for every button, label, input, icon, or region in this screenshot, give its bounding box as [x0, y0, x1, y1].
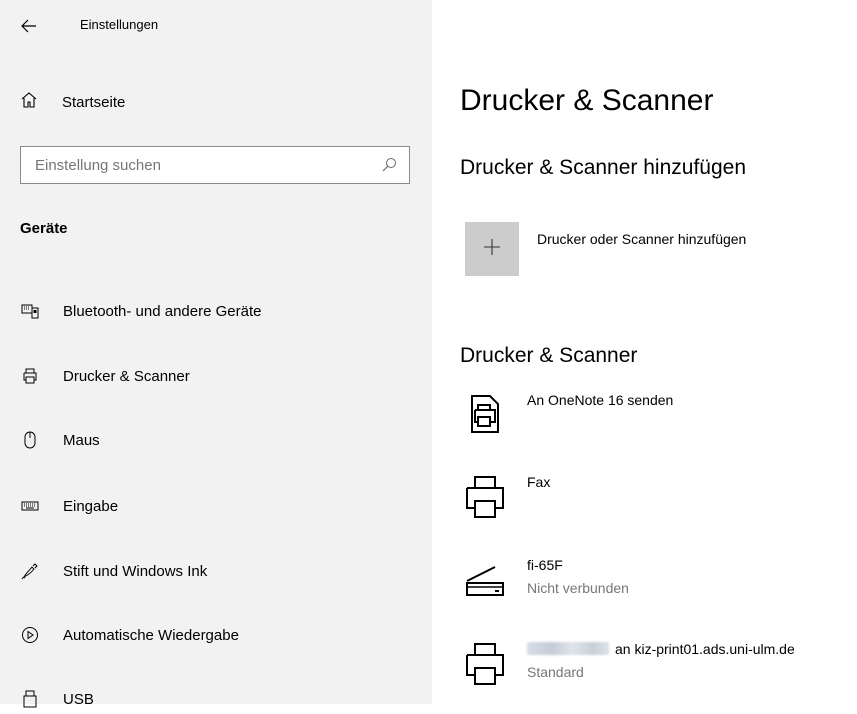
arrow-left-icon[interactable] [18, 15, 40, 37]
device-name: fi-65F [527, 557, 563, 573]
device-item[interactable]: An OneNote 16 senden [464, 392, 844, 442]
autoplay-icon [20, 625, 40, 645]
add-section-title: Drucker & Scanner hinzufügen [460, 156, 746, 179]
device-name: An OneNote 16 senden [527, 392, 674, 408]
device-status: Nicht verbunden [527, 580, 629, 596]
printer-icon [464, 641, 506, 685]
device-status: Standard [527, 664, 584, 680]
sidebar-item-bluetooth[interactable]: Bluetooth- und andere Geräte [20, 296, 261, 326]
sidebar-item-label: Stift und Windows Ink [63, 562, 208, 580]
device-item[interactable]: an kiz-print01.ads.uni-ulm.de Standard [464, 641, 844, 691]
sidebar-item-label: USB [63, 690, 94, 708]
bluetooth-devices-icon [20, 301, 40, 321]
device-item[interactable]: Fax [464, 474, 844, 524]
page-title: Drucker & Scanner [460, 84, 714, 117]
device-item[interactable]: fi-65F Nicht verbunden [464, 557, 844, 607]
printer-icon [464, 474, 506, 518]
printer-icon [20, 366, 40, 386]
device-name: Fax [527, 474, 551, 490]
back-button[interactable] [18, 12, 40, 40]
sidebar: Einstellungen Startseite Geräte Bluetoot… [0, 0, 432, 708]
sidebar-item-label: Automatische Wiedergabe [63, 626, 239, 644]
pen-icon [20, 561, 40, 581]
mouse-icon [20, 430, 40, 450]
usb-icon [20, 689, 40, 709]
redacted-name [527, 642, 609, 655]
sidebar-item-mouse[interactable]: Maus [20, 425, 100, 455]
sidebar-item-label: Eingabe [63, 497, 119, 515]
home-label: Startseite [62, 94, 126, 111]
app-title: Einstellungen [80, 17, 159, 32]
sidebar-item-pen[interactable]: Stift und Windows Ink [20, 556, 207, 586]
device-name: an kiz-print01.ads.uni-ulm.de [615, 641, 795, 657]
add-printer-label[interactable]: Drucker oder Scanner hinzufügen [537, 231, 746, 247]
search-icon[interactable] [381, 157, 397, 173]
search-input[interactable] [21, 147, 375, 183]
sidebar-item-label: Bluetooth- und andere Geräte [63, 302, 262, 320]
scanner-icon [464, 557, 506, 599]
keyboard-icon [20, 496, 40, 516]
sidebar-item-label: Maus [63, 431, 100, 449]
device-name-row: an kiz-print01.ads.uni-ulm.de [527, 641, 795, 657]
list-section-title: Drucker & Scanner [460, 344, 638, 367]
plus-icon [483, 238, 501, 261]
home-icon [20, 91, 38, 114]
sidebar-item-usb[interactable]: USB [20, 684, 94, 714]
sidebar-item-printers[interactable]: Drucker & Scanner [20, 361, 190, 391]
section-title: Geräte [20, 220, 68, 237]
add-printer-button[interactable] [465, 222, 519, 276]
sidebar-item-autoplay[interactable]: Automatische Wiedergabe [20, 620, 239, 650]
main-content: Drucker & Scanner Drucker & Scanner hinz… [432, 0, 857, 704]
search-box[interactable] [20, 146, 410, 184]
sidebar-item-input[interactable]: Eingabe [20, 491, 118, 521]
onenote-printer-icon [464, 392, 506, 434]
sidebar-item-label: Drucker & Scanner [63, 367, 190, 385]
sidebar-item-home[interactable]: Startseite [20, 91, 125, 114]
